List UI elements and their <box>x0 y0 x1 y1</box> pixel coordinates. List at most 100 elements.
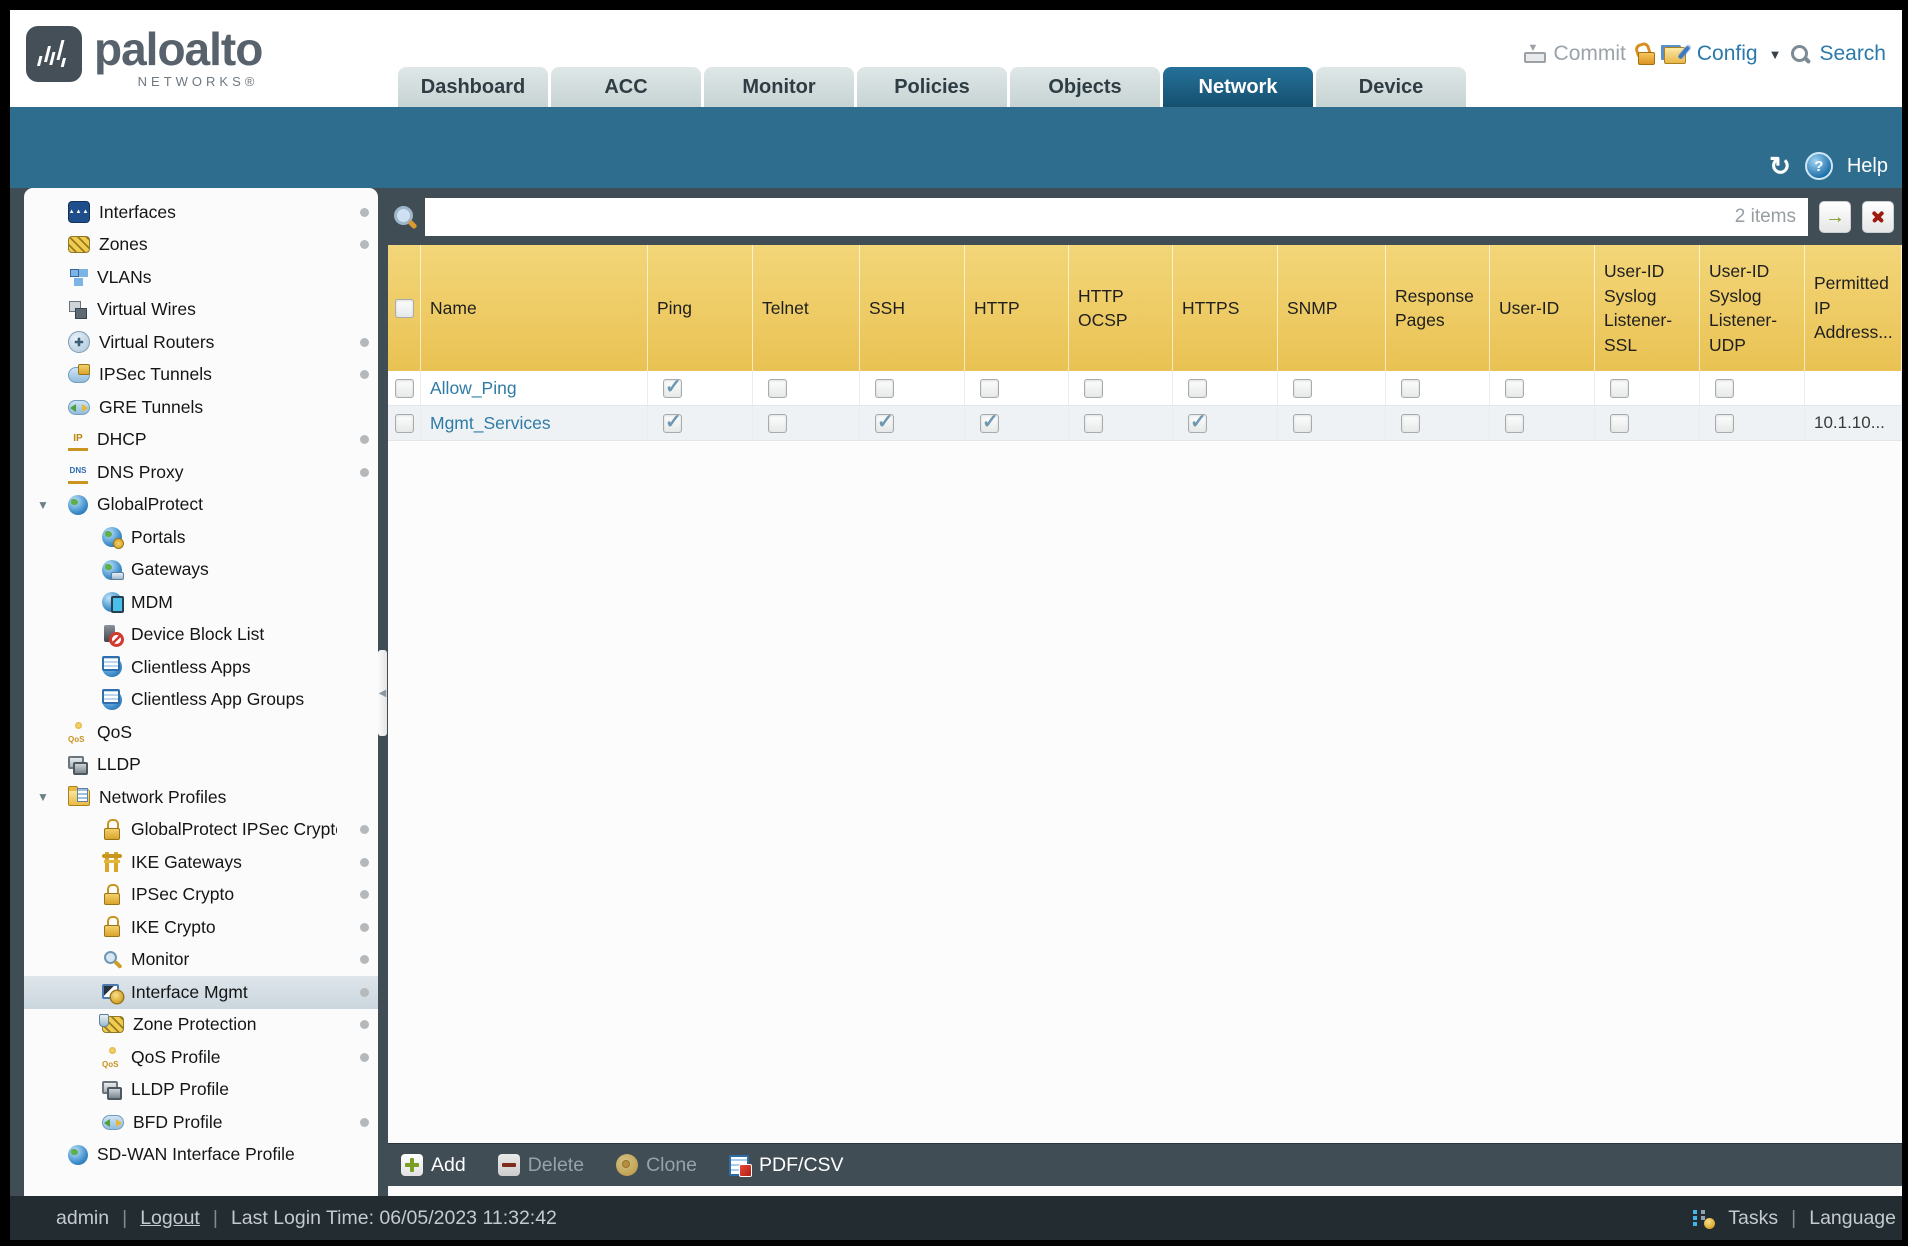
clone-button[interactable]: Clone <box>616 1154 697 1177</box>
checked-checkbox[interactable] <box>1188 409 1207 434</box>
unchecked-checkbox[interactable] <box>1401 413 1420 433</box>
help-label[interactable]: Help <box>1847 155 1888 178</box>
column-header-response-pages[interactable]: Response Pages <box>1386 245 1490 371</box>
sidebar-item-globalprotect-ipsec-crypto[interactable]: GlobalProtect IPSec Crypto <box>24 814 378 847</box>
sidebar-item-network-profiles[interactable]: ▼ Network Profiles <box>24 781 378 814</box>
column-header-permitted-ip-address[interactable]: Permitted IP Address... <box>1805 245 1902 371</box>
checked-checkbox[interactable] <box>663 374 682 399</box>
clear-filter-button[interactable] <box>1862 200 1894 233</box>
unlocked-padlock-icon[interactable] <box>1635 43 1655 65</box>
sidebar-item-lldp[interactable]: LLDP <box>24 749 378 782</box>
sidebar-item-vlans[interactable]: VLANs <box>24 261 378 294</box>
sidebar-item-sd-wan-interface-profile[interactable]: SD-WAN Interface Profile <box>24 1139 378 1172</box>
sidebar-item-dhcp[interactable]: DHCP <box>24 424 378 457</box>
sidebar-item-virtual-wires[interactable]: Virtual Wires <box>24 294 378 327</box>
column-header-telnet[interactable]: Telnet <box>753 245 860 371</box>
unchecked-checkbox[interactable] <box>980 378 999 398</box>
sidebar-item-ipsec-tunnels[interactable]: IPSec Tunnels <box>24 359 378 392</box>
unchecked-checkbox[interactable] <box>1293 378 1312 398</box>
tab-acc[interactable]: ACC <box>551 67 701 107</box>
unchecked-checkbox[interactable] <box>1610 378 1629 398</box>
sidebar-collapse-handle[interactable]: ◀ <box>378 650 387 736</box>
column-header-http-ocsp[interactable]: HTTP OCSP <box>1069 245 1173 371</box>
search-button[interactable]: Search <box>1819 42 1886 66</box>
unchecked-checkbox[interactable] <box>1610 413 1629 433</box>
unchecked-checkbox[interactable] <box>1715 378 1734 398</box>
refresh-icon[interactable]: ↻ <box>1769 153 1791 179</box>
sidebar-item-bfd-profile[interactable]: BFD Profile <box>24 1106 378 1139</box>
sidebar-item-virtual-routers[interactable]: Virtual Routers <box>24 326 378 359</box>
column-header-http[interactable]: HTTP <box>965 245 1069 371</box>
sidebar-item-ipsec-crypto[interactable]: IPSec Crypto <box>24 879 378 912</box>
expander-triangle-icon[interactable]: ▼ <box>37 498 49 512</box>
checked-checkbox[interactable] <box>875 409 894 434</box>
unchecked-checkbox[interactable] <box>875 378 894 398</box>
delete-button[interactable]: Delete <box>497 1154 584 1177</box>
sidebar-item-lldp-profile[interactable]: LLDP Profile <box>24 1074 378 1107</box>
row-select-checkbox[interactable] <box>395 413 414 433</box>
language-link[interactable]: Language <box>1809 1207 1896 1230</box>
unchecked-checkbox[interactable] <box>1084 378 1103 398</box>
unchecked-checkbox[interactable] <box>768 378 787 398</box>
sidebar-item-gateways[interactable]: Gateways <box>24 554 378 587</box>
tab-dashboard[interactable]: Dashboard <box>398 67 548 107</box>
sidebar-item-clientless-apps[interactable]: Clientless Apps <box>24 651 378 684</box>
add-button[interactable]: Add <box>401 1154 466 1177</box>
config-caret-icon[interactable]: ▼ <box>1769 47 1782 62</box>
ike-crypto-icon <box>102 916 122 938</box>
unchecked-checkbox[interactable] <box>1505 378 1524 398</box>
unchecked-checkbox[interactable] <box>1188 378 1207 398</box>
sidebar-item-portals[interactable]: Portals <box>24 521 378 554</box>
tasks-link[interactable]: Tasks <box>1728 1207 1778 1230</box>
sidebar-item-interfaces[interactable]: Interfaces <box>24 196 378 229</box>
sidebar-item-interface-mgmt[interactable]: Interface Mgmt <box>24 976 378 1009</box>
column-header-ssh[interactable]: SSH <box>860 245 965 371</box>
expander-triangle-icon[interactable]: ▼ <box>37 790 49 804</box>
column-header-name[interactable]: Name <box>421 245 648 371</box>
sidebar-item-clientless-app-groups[interactable]: Clientless App Groups <box>24 684 378 717</box>
help-icon[interactable]: ? <box>1804 152 1833 180</box>
sidebar-item-dns-proxy[interactable]: DNS Proxy <box>24 456 378 489</box>
select-all-checkbox[interactable] <box>395 298 414 318</box>
profile-name-link[interactable]: Mgmt_Services <box>430 413 551 434</box>
apply-filter-button[interactable]: → <box>1819 200 1851 233</box>
unchecked-checkbox[interactable] <box>1505 413 1524 433</box>
unchecked-checkbox[interactable] <box>1715 413 1734 433</box>
pdf-csv-button[interactable]: PDF/CSV <box>729 1154 844 1177</box>
row-select-checkbox[interactable] <box>395 378 414 398</box>
unchecked-checkbox[interactable] <box>768 413 787 433</box>
sidebar-item-ike-gateways[interactable]: IKE Gateways <box>24 846 378 879</box>
unchecked-checkbox[interactable] <box>1084 413 1103 433</box>
column-header-https[interactable]: HTTPS <box>1173 245 1278 371</box>
column-header-user-id-syslog-listener-ssl[interactable]: User-ID Syslog Listener-SSL <box>1595 245 1700 371</box>
sidebar-item-zones[interactable]: Zones <box>24 229 378 262</box>
tasks-icon[interactable] <box>1693 1209 1716 1229</box>
column-header-user-id[interactable]: User-ID <box>1490 245 1595 371</box>
profile-name-link[interactable]: Allow_Ping <box>430 378 517 399</box>
logout-link[interactable]: Logout <box>140 1207 200 1230</box>
tab-network[interactable]: Network <box>1163 67 1313 107</box>
tab-monitor[interactable]: Monitor <box>704 67 854 107</box>
checked-checkbox[interactable] <box>663 409 682 434</box>
checked-checkbox[interactable] <box>980 409 999 434</box>
sidebar-item-gre-tunnels[interactable]: GRE Tunnels <box>24 391 378 424</box>
sidebar-item-ike-crypto[interactable]: IKE Crypto <box>24 911 378 944</box>
sidebar-item-monitor[interactable]: Monitor <box>24 944 378 977</box>
sidebar-item-qos[interactable]: QoS <box>24 716 378 749</box>
sidebar-item-zone-protection[interactable]: Zone Protection <box>24 1009 378 1042</box>
tab-device[interactable]: Device <box>1316 67 1466 107</box>
column-header-user-id-syslog-listener-udp[interactable]: User-ID Syslog Listener-UDP <box>1700 245 1805 371</box>
sidebar-item-qos-profile[interactable]: QoS Profile <box>24 1041 378 1074</box>
tab-objects[interactable]: Objects <box>1010 67 1160 107</box>
column-header-ping[interactable]: Ping <box>648 245 753 371</box>
unchecked-checkbox[interactable] <box>1293 413 1312 433</box>
sidebar-item-globalprotect[interactable]: ▼ GlobalProtect <box>24 489 378 522</box>
filter-input[interactable]: 2 items <box>425 197 1808 236</box>
commit-button[interactable]: Commit <box>1554 42 1626 66</box>
column-header-snmp[interactable]: SNMP <box>1278 245 1386 371</box>
sidebar-item-device-block-list[interactable]: Device Block List <box>24 619 378 652</box>
unchecked-checkbox[interactable] <box>1401 378 1420 398</box>
sidebar-item-mdm[interactable]: MDM <box>24 586 378 619</box>
config-button[interactable]: Config <box>1697 42 1758 66</box>
tab-policies[interactable]: Policies <box>857 67 1007 107</box>
